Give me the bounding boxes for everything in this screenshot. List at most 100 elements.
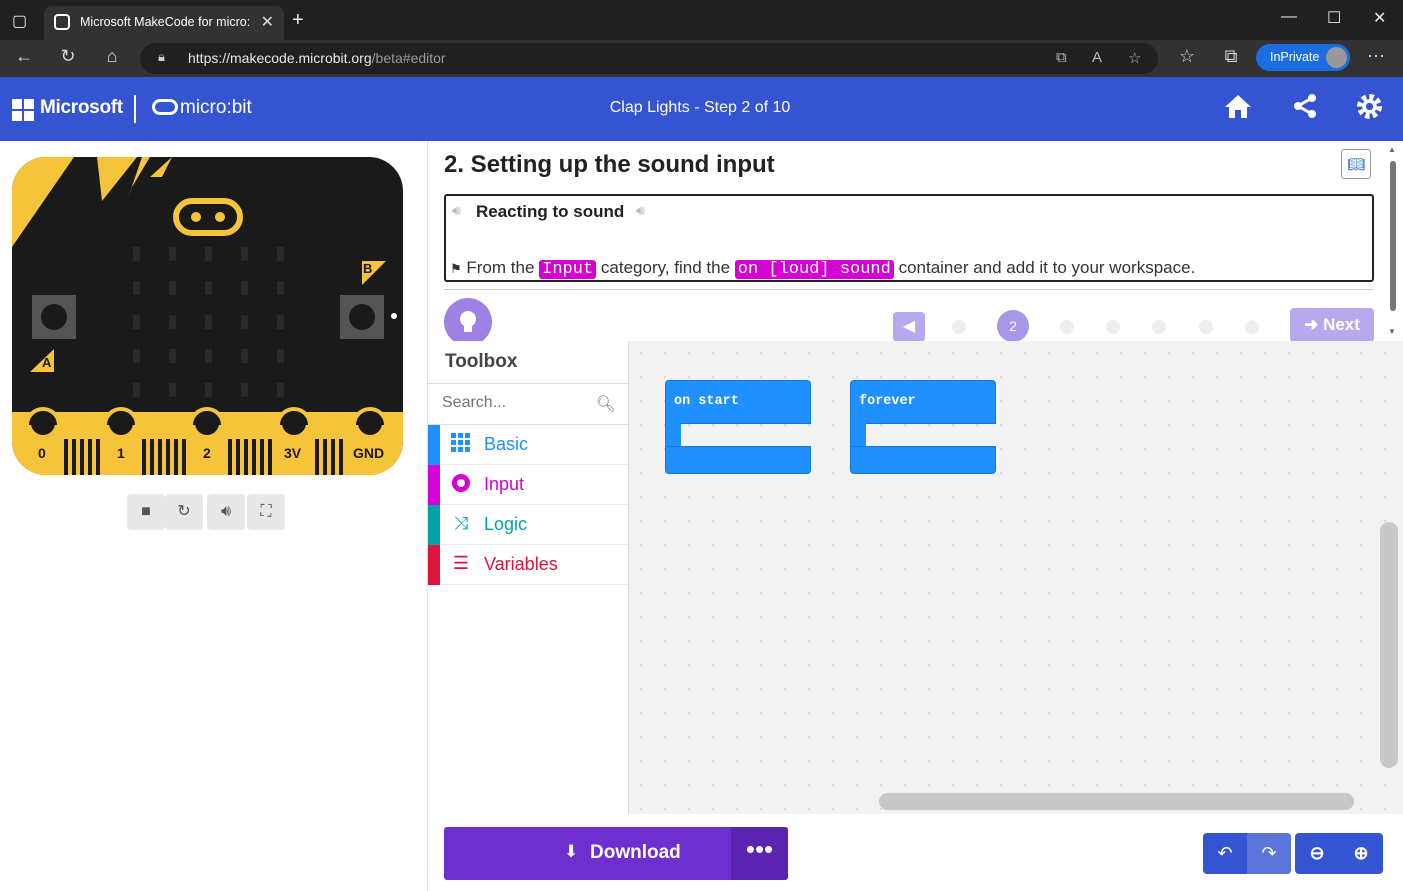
pin-2-label[interactable]: 2 bbox=[203, 445, 211, 461]
url-path: /beta#editor bbox=[371, 50, 446, 66]
microbit-simulator[interactable]: A B 0 1 2 3V GND bbox=[12, 157, 403, 475]
current-step-dot[interactable]: 2 bbox=[997, 310, 1029, 342]
step-dot[interactable] bbox=[1060, 320, 1074, 334]
forever-block[interactable]: forever bbox=[850, 380, 996, 475]
share-button[interactable] bbox=[1293, 93, 1317, 126]
grid-icon bbox=[450, 433, 472, 455]
pin-0-label[interactable]: 0 bbox=[38, 445, 46, 461]
step-dot[interactable] bbox=[1199, 320, 1213, 334]
category-label: Logic bbox=[484, 514, 528, 534]
step-dot[interactable] bbox=[1245, 320, 1259, 334]
workspace-horizontal-scrollbar[interactable] bbox=[879, 793, 1354, 810]
hint-button[interactable] bbox=[444, 298, 492, 346]
arrow-left-icon: ◀ bbox=[902, 318, 916, 335]
back-icon[interactable]: ← bbox=[12, 46, 36, 67]
button-a[interactable] bbox=[32, 295, 76, 339]
category-input[interactable]: Input bbox=[428, 465, 628, 505]
simulator-panel: A B 0 1 2 3V GND ■ ↻ 🔊︎ ⛶ bbox=[0, 141, 428, 891]
zoom-out-button[interactable]: ⊖ bbox=[1295, 833, 1339, 874]
restart-button[interactable]: ↻ bbox=[165, 494, 203, 530]
fullscreen-button[interactable]: ⛶ bbox=[247, 494, 285, 530]
pin-1-label[interactable]: 1 bbox=[117, 445, 125, 461]
scroll-thumb[interactable] bbox=[1390, 161, 1396, 311]
tutorial-scrollbar[interactable]: ▲ ▼ bbox=[1388, 145, 1396, 336]
app-available-icon[interactable]: ⧉ bbox=[1056, 49, 1067, 66]
address-row: ← ↻ ⌂ 🔒︎ https://makecode.microbit.org/b… bbox=[0, 40, 1403, 77]
more-icon[interactable]: ⋯ bbox=[1364, 46, 1388, 67]
favorite-add-icon[interactable]: ☆ bbox=[1128, 49, 1141, 67]
search-icon[interactable]: 🔍︎ bbox=[596, 394, 616, 414]
search-input[interactable] bbox=[442, 394, 592, 412]
inprivate-button[interactable]: InPrivate bbox=[1256, 44, 1350, 71]
undo-icon: ↶ bbox=[1217, 843, 1233, 863]
zoom-group: ⊖ ⊕ bbox=[1295, 833, 1383, 874]
stop-button[interactable]: ■ bbox=[127, 494, 165, 530]
settings-button[interactable] bbox=[1356, 93, 1383, 127]
category-basic[interactable]: Basic bbox=[428, 425, 628, 465]
blocks-workspace[interactable]: on start forever bbox=[629, 341, 1403, 814]
lightbulb-icon bbox=[460, 311, 476, 332]
button-b[interactable] bbox=[340, 295, 384, 339]
download-button[interactable]: ⬇ Download ••• bbox=[444, 827, 788, 880]
on-start-block[interactable]: on start bbox=[665, 380, 811, 475]
toolbox-search: 🔍︎ bbox=[428, 383, 628, 425]
redo-button[interactable]: ↷ bbox=[1247, 833, 1291, 874]
tab-actions-icon[interactable]: ▢ bbox=[12, 11, 27, 31]
step-dot[interactable] bbox=[1152, 320, 1166, 334]
fullscreen-icon: ⛶ bbox=[260, 503, 272, 520]
maximize-icon[interactable]: ☐ bbox=[1327, 8, 1341, 28]
home-icon[interactable]: ⌂ bbox=[100, 46, 124, 67]
pin-3v-label: 3V bbox=[284, 445, 302, 461]
scroll-up-icon: ▲ bbox=[1388, 145, 1396, 154]
category-logic[interactable]: ⤨ Logic bbox=[428, 505, 628, 545]
collections-icon[interactable]: ⧉ bbox=[1219, 46, 1243, 67]
scroll-down-icon: ▼ bbox=[1388, 327, 1396, 336]
address-bar[interactable]: 🔒︎ https://makecode.microbit.org/beta#ed… bbox=[140, 43, 1158, 74]
refresh-icon[interactable]: ↻ bbox=[56, 46, 80, 67]
undo-redo-group: ↶ ↷ bbox=[1203, 833, 1291, 874]
makecode-header: Microsoft micro:bit Clap Lights - Step 2… bbox=[0, 77, 1403, 141]
step-dot[interactable] bbox=[952, 320, 966, 334]
category-color-bar bbox=[428, 465, 440, 505]
category-label: Basic bbox=[484, 434, 529, 454]
close-window-icon[interactable]: ✕ bbox=[1373, 8, 1386, 28]
header-divider bbox=[134, 95, 136, 123]
home-button[interactable] bbox=[1224, 93, 1252, 126]
download-more-button[interactable]: ••• bbox=[731, 827, 788, 880]
category-label: Input bbox=[484, 474, 525, 494]
minimize-icon[interactable]: — bbox=[1281, 8, 1297, 26]
step-dot[interactable] bbox=[1106, 320, 1120, 334]
immersive-reader-button[interactable]: 📖︎ bbox=[1341, 149, 1371, 179]
step-suffix: container and add it to your workspace. bbox=[898, 258, 1196, 277]
mute-button[interactable]: 🔊︎ bbox=[207, 494, 245, 530]
step-middle: category, find the bbox=[600, 258, 731, 277]
undo-button[interactable]: ↶ bbox=[1203, 833, 1247, 874]
zoom-in-button[interactable]: ⊕ bbox=[1339, 833, 1383, 874]
read-aloud-icon[interactable]: A bbox=[1092, 49, 1102, 66]
new-tab-icon[interactable]: + bbox=[292, 9, 304, 32]
browser-tab[interactable]: Microsoft MakeCode for micro:bit ✕ bbox=[44, 6, 284, 40]
step-indicator: Step 2 of 10 bbox=[703, 99, 791, 116]
category-variables[interactable]: ☰ Variables bbox=[428, 545, 628, 585]
redo-icon: ↷ bbox=[1261, 843, 1277, 863]
home-icon bbox=[1225, 95, 1251, 118]
tab-title: Microsoft MakeCode for micro:bit bbox=[80, 15, 250, 29]
url-host: https://makecode.microbit.org bbox=[188, 50, 372, 66]
restart-icon: ↻ bbox=[177, 503, 191, 520]
speaker-right-icon: 🔊︎ bbox=[636, 202, 645, 218]
avatar bbox=[1326, 47, 1347, 68]
lock-icon[interactable]: 🔒︎ bbox=[158, 49, 172, 64]
microsoft-logo-icon[interactable] bbox=[12, 99, 34, 121]
previous-step-button[interactable]: ◀ bbox=[893, 312, 925, 342]
stop-icon: ■ bbox=[141, 503, 151, 520]
microbit-logo[interactable]: micro:bit bbox=[152, 97, 252, 119]
workspace-vertical-scrollbar[interactable] bbox=[1380, 522, 1398, 768]
input-category-highlight: Input bbox=[539, 260, 597, 279]
flag-icon: ⚑ bbox=[450, 261, 462, 276]
close-tab-icon[interactable]: ✕ bbox=[261, 12, 274, 32]
share-icon bbox=[1294, 94, 1316, 118]
favorites-icon[interactable]: ☆ bbox=[1175, 46, 1199, 67]
brand-text[interactable]: Microsoft bbox=[40, 97, 123, 119]
instruction-step: ⚑ From the Input category, find the on [… bbox=[450, 258, 1195, 279]
next-step-button[interactable]: ➜ Next bbox=[1290, 308, 1374, 342]
